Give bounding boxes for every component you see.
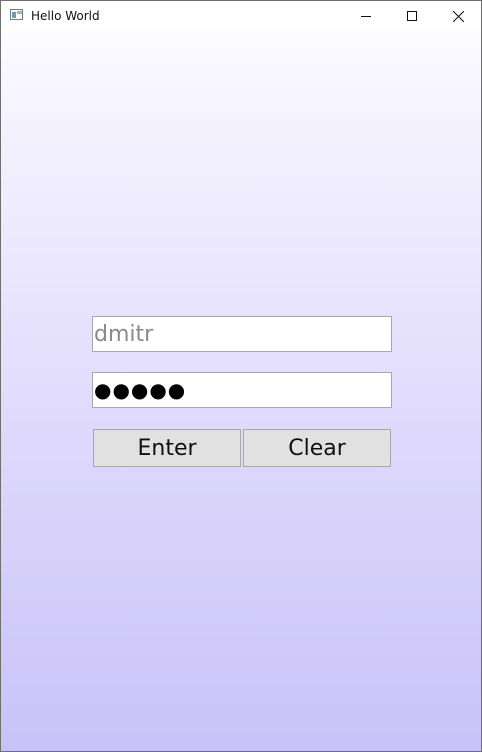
clear-button[interactable]: Clear — [243, 429, 391, 467]
close-button[interactable] — [435, 1, 481, 31]
username-input[interactable] — [93, 317, 391, 351]
minimize-icon — [361, 16, 371, 17]
app-window-icon — [10, 9, 23, 20]
maximize-button[interactable] — [389, 1, 435, 31]
close-icon — [452, 10, 464, 22]
window-title: Hello World — [31, 9, 100, 23]
app-window: Hello World Enter Clear — [0, 0, 482, 752]
password-field-frame — [92, 372, 392, 408]
enter-button[interactable]: Enter — [93, 429, 241, 467]
maximize-icon — [407, 11, 417, 21]
minimize-button[interactable] — [343, 1, 389, 31]
username-field-frame — [92, 316, 392, 352]
title-bar[interactable]: Hello World — [1, 1, 481, 31]
password-input[interactable] — [93, 373, 391, 407]
